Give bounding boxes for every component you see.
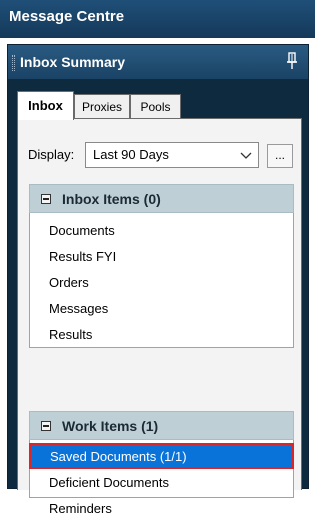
inbox-tab-content: Display: Last 90 Days ... Inbox Items (0… bbox=[17, 118, 302, 516]
work-items-group-title: Work Items (1) bbox=[62, 418, 159, 434]
list-item-results[interactable]: Results bbox=[30, 321, 293, 347]
chevron-down-icon bbox=[240, 152, 252, 159]
display-options-button[interactable]: ... bbox=[267, 144, 293, 168]
collapse-icon[interactable] bbox=[41, 194, 51, 204]
list-item-orders[interactable]: Orders bbox=[30, 269, 293, 295]
tab-pools[interactable]: Pools bbox=[130, 94, 181, 119]
list-item-deficient-documents[interactable]: Deficient Documents bbox=[30, 469, 293, 495]
panel-title: Inbox Summary bbox=[20, 54, 126, 70]
panel-header: Inbox Summary bbox=[8, 45, 308, 79]
tab-proxies[interactable]: Proxies bbox=[74, 94, 130, 119]
display-filter-value: Last 90 Days bbox=[93, 147, 169, 162]
list-item-reminders[interactable]: Reminders bbox=[30, 495, 293, 521]
window-title: Message Centre bbox=[0, 0, 315, 38]
pin-icon[interactable] bbox=[286, 52, 298, 70]
collapse-icon[interactable] bbox=[41, 421, 51, 431]
work-items-list: Saved Documents (1/1) Deficient Document… bbox=[29, 440, 294, 516]
list-item-results-fyi[interactable]: Results FYI bbox=[30, 243, 293, 269]
drag-grip-icon[interactable] bbox=[12, 55, 15, 71]
inbox-summary-panel: Inbox Summary Inbox Proxies Pools Displa… bbox=[7, 44, 309, 516]
inbox-items-list: Documents Results FYI Orders Messages Re… bbox=[29, 213, 294, 348]
list-item-saved-documents[interactable]: Saved Documents (1/1) bbox=[29, 443, 294, 469]
list-item-documents[interactable]: Documents bbox=[30, 217, 293, 243]
list-item-messages[interactable]: Messages bbox=[30, 295, 293, 321]
display-label: Display: bbox=[28, 147, 75, 162]
display-filter-select[interactable]: Last 90 Days bbox=[85, 142, 259, 168]
work-items-group-header[interactable]: Work Items (1) bbox=[29, 411, 294, 440]
inbox-items-group-title: Inbox Items (0) bbox=[62, 191, 161, 207]
inbox-items-group-header[interactable]: Inbox Items (0) bbox=[29, 184, 294, 213]
tab-inbox[interactable]: Inbox bbox=[17, 91, 74, 120]
